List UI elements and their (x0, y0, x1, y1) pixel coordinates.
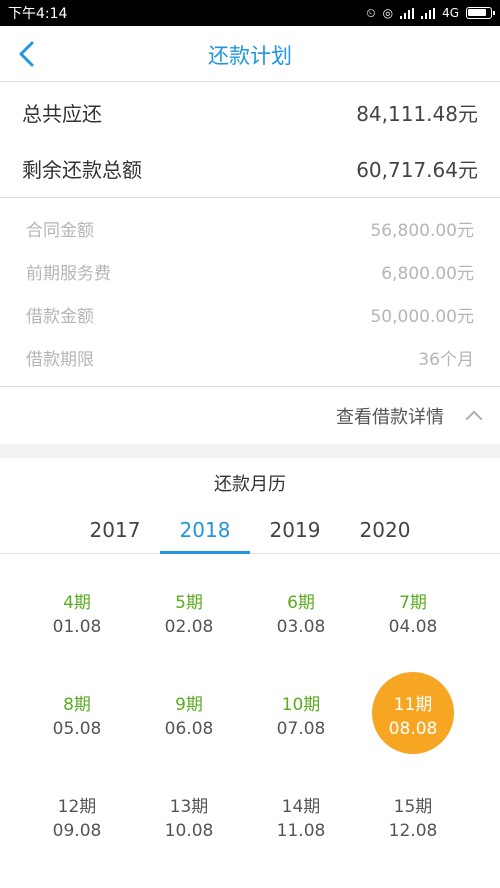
due-date: 07.08 (276, 719, 326, 739)
period-label: 12期 (57, 797, 97, 817)
period-label: 7期 (399, 593, 427, 613)
signal-icon (400, 7, 415, 19)
due-date: 03.08 (276, 617, 326, 637)
due-date: 06.08 (164, 719, 214, 739)
due-date: 10.08 (164, 821, 214, 841)
detail-value: 50,000.00元 (370, 306, 474, 327)
due-date: 12.08 (388, 821, 438, 841)
detail-label: 借款金额 (26, 306, 94, 327)
detail-row: 借款期限 36个月 (26, 336, 474, 378)
due-date: 08.08 (388, 719, 438, 739)
calendar-item-current[interactable]: 11期 08.08 (368, 672, 458, 754)
due-date: 02.08 (164, 617, 214, 637)
period-label: 8期 (63, 695, 91, 715)
section-divider (0, 444, 500, 458)
period-label: 13期 (169, 797, 209, 817)
due-date: 11.08 (276, 821, 326, 841)
view-loan-details-button[interactable]: 查看借款详情 (0, 388, 500, 444)
calendar-item[interactable]: 8期 05.08 (32, 672, 122, 752)
detail-row: 合同金额 56,800.00元 (26, 207, 474, 249)
period-label: 15期 (393, 797, 433, 817)
summary-label: 总共应还 (22, 101, 102, 126)
detail-value: 6,800.00元 (381, 263, 474, 284)
calendar-item[interactable]: 12期 09.08 (32, 774, 122, 854)
period-label: 6期 (287, 593, 315, 613)
tab-year-2017[interactable]: 2017 (70, 508, 160, 554)
network-type: 4G (442, 6, 459, 20)
battery-icon (466, 7, 495, 19)
calendar-item[interactable]: 9期 06.08 (144, 672, 234, 752)
summary-value: 84,111.48元 (356, 101, 478, 126)
due-date: 01.08 (52, 617, 102, 637)
signal-icon-2 (421, 7, 436, 19)
nav-bar: 还款计划 (0, 26, 500, 82)
detail-label: 借款期限 (26, 349, 94, 370)
period-label: 14期 (281, 797, 321, 817)
summary-section: 总共应还 84,111.48元 剩余还款总额 60,717.64元 (0, 82, 500, 198)
summary-value: 60,717.64元 (356, 157, 478, 182)
period-label: 5期 (175, 593, 203, 613)
detail-label: 合同金额 (26, 220, 94, 241)
tab-year-2018[interactable]: 2018 (160, 508, 250, 554)
due-date: 04.08 (388, 617, 438, 637)
wifi-icon: ◎ (382, 6, 394, 20)
detail-value: 56,800.00元 (370, 220, 474, 241)
view-loan-details-label: 查看借款详情 (336, 407, 444, 428)
tab-year-2019[interactable]: 2019 (250, 508, 340, 554)
tab-year-2020[interactable]: 2020 (340, 508, 430, 554)
summary-label: 剩余还款总额 (22, 157, 142, 182)
summary-row-total: 总共应还 84,111.48元 (22, 84, 478, 140)
page-title: 还款计划 (208, 44, 292, 68)
loan-details: 合同金额 56,800.00元 前期服务费 6,800.00元 借款金额 50,… (0, 199, 500, 387)
calendar-item[interactable]: 13期 10.08 (144, 774, 234, 854)
status-time: 下午4:14 (8, 6, 68, 22)
calendar-title: 还款月历 (214, 474, 286, 495)
due-date: 09.08 (52, 821, 102, 841)
status-bar: 下午4:14 ⏲ ◎ 4G (0, 0, 500, 26)
calendar-item[interactable]: 5期 02.08 (144, 570, 234, 650)
detail-label: 前期服务费 (26, 263, 111, 284)
period-label: 9期 (175, 695, 203, 715)
period-label: 10期 (281, 695, 321, 715)
calendar-item[interactable]: 4期 01.08 (32, 570, 122, 650)
chevron-up-icon (465, 410, 483, 428)
calendar-item[interactable]: 14期 11.08 (256, 774, 346, 854)
detail-value: 36个月 (418, 349, 474, 370)
alarm-icon: ⏲ (366, 5, 376, 20)
period-label: 11期 (393, 695, 433, 715)
due-date: 05.08 (52, 719, 102, 739)
detail-row: 前期服务费 6,800.00元 (26, 250, 474, 292)
calendar-item[interactable]: 15期 12.08 (368, 774, 458, 854)
calendar-item[interactable]: 10期 07.08 (256, 672, 346, 752)
calendar-item[interactable]: 7期 04.08 (368, 570, 458, 650)
year-tabs: 2017 2018 2019 2020 (0, 508, 500, 554)
status-icons: ⏲ ◎ 4G (366, 5, 495, 21)
detail-row: 借款金额 50,000.00元 (26, 293, 474, 335)
calendar-item[interactable]: 6期 03.08 (256, 570, 346, 650)
summary-row-remaining: 剩余还款总额 60,717.64元 (22, 140, 478, 196)
period-label: 4期 (63, 593, 91, 613)
